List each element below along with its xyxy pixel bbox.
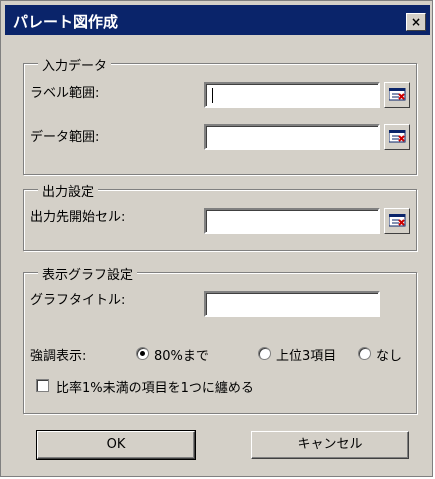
title-bar: パレート図作成 × bbox=[5, 5, 430, 35]
ok-button-label: OK bbox=[106, 437, 126, 452]
range-select-icon bbox=[389, 88, 406, 101]
dest-cell-label: 出力先開始セル: bbox=[30, 210, 126, 225]
output-settings-group: 出力設定 出力先開始セル: bbox=[23, 181, 417, 251]
emphasis-top3-label[interactable]: 上位3項目 bbox=[276, 345, 336, 364]
emphasis-label: 強調表示: bbox=[30, 349, 87, 364]
output-settings-legend: 出力設定 bbox=[38, 181, 99, 200]
dest-cell-select-button[interactable] bbox=[384, 208, 410, 234]
dialog-title: パレート図作成 bbox=[13, 13, 119, 31]
graph-title-input[interactable] bbox=[204, 291, 380, 317]
emphasis-top3-radio[interactable] bbox=[258, 347, 271, 360]
dest-cell-input[interactable] bbox=[204, 208, 380, 234]
input-data-group: 入力データ ラベル範囲: データ範囲: bbox=[23, 55, 417, 175]
graph-settings-legend: 表示グラフ設定 bbox=[38, 264, 138, 283]
cancel-button[interactable]: キャンセル bbox=[251, 431, 409, 459]
input-data-legend: 入力データ bbox=[38, 55, 112, 74]
combine-small-items-checkbox[interactable] bbox=[36, 379, 49, 392]
data-range-select-button[interactable] bbox=[384, 124, 410, 150]
emphasis-80-label[interactable]: 80%まで bbox=[154, 345, 209, 364]
data-range-input[interactable] bbox=[204, 124, 380, 150]
pareto-dialog: パレート図作成 × 入力データ ラベル範囲: データ範囲: 出力設定 出力先開始… bbox=[0, 0, 433, 477]
text-caret bbox=[212, 88, 213, 103]
close-button[interactable]: × bbox=[406, 13, 426, 31]
radio-selected-dot bbox=[140, 351, 145, 356]
emphasis-none-radio[interactable] bbox=[358, 347, 371, 360]
label-range-select-button[interactable] bbox=[384, 82, 410, 108]
label-range-input[interactable] bbox=[204, 82, 380, 108]
ok-button[interactable]: OK bbox=[36, 430, 196, 460]
data-range-label: データ範囲: bbox=[30, 130, 100, 145]
cancel-button-label: キャンセル bbox=[297, 437, 363, 452]
graph-settings-group: 表示グラフ設定 グラフタイトル: 強調表示: 80%まで 上位3項目 なし 比率… bbox=[23, 264, 417, 414]
close-icon: × bbox=[410, 15, 422, 29]
combine-small-items-label[interactable]: 比率1%未満の項目を1つに纏める bbox=[56, 377, 254, 396]
emphasis-80-radio[interactable] bbox=[136, 347, 149, 360]
emphasis-none-label[interactable]: なし bbox=[376, 345, 402, 364]
graph-title-label: グラフタイトル: bbox=[30, 293, 126, 308]
range-select-icon bbox=[389, 130, 406, 143]
label-range-label: ラベル範囲: bbox=[30, 86, 100, 101]
range-select-icon bbox=[389, 214, 406, 227]
